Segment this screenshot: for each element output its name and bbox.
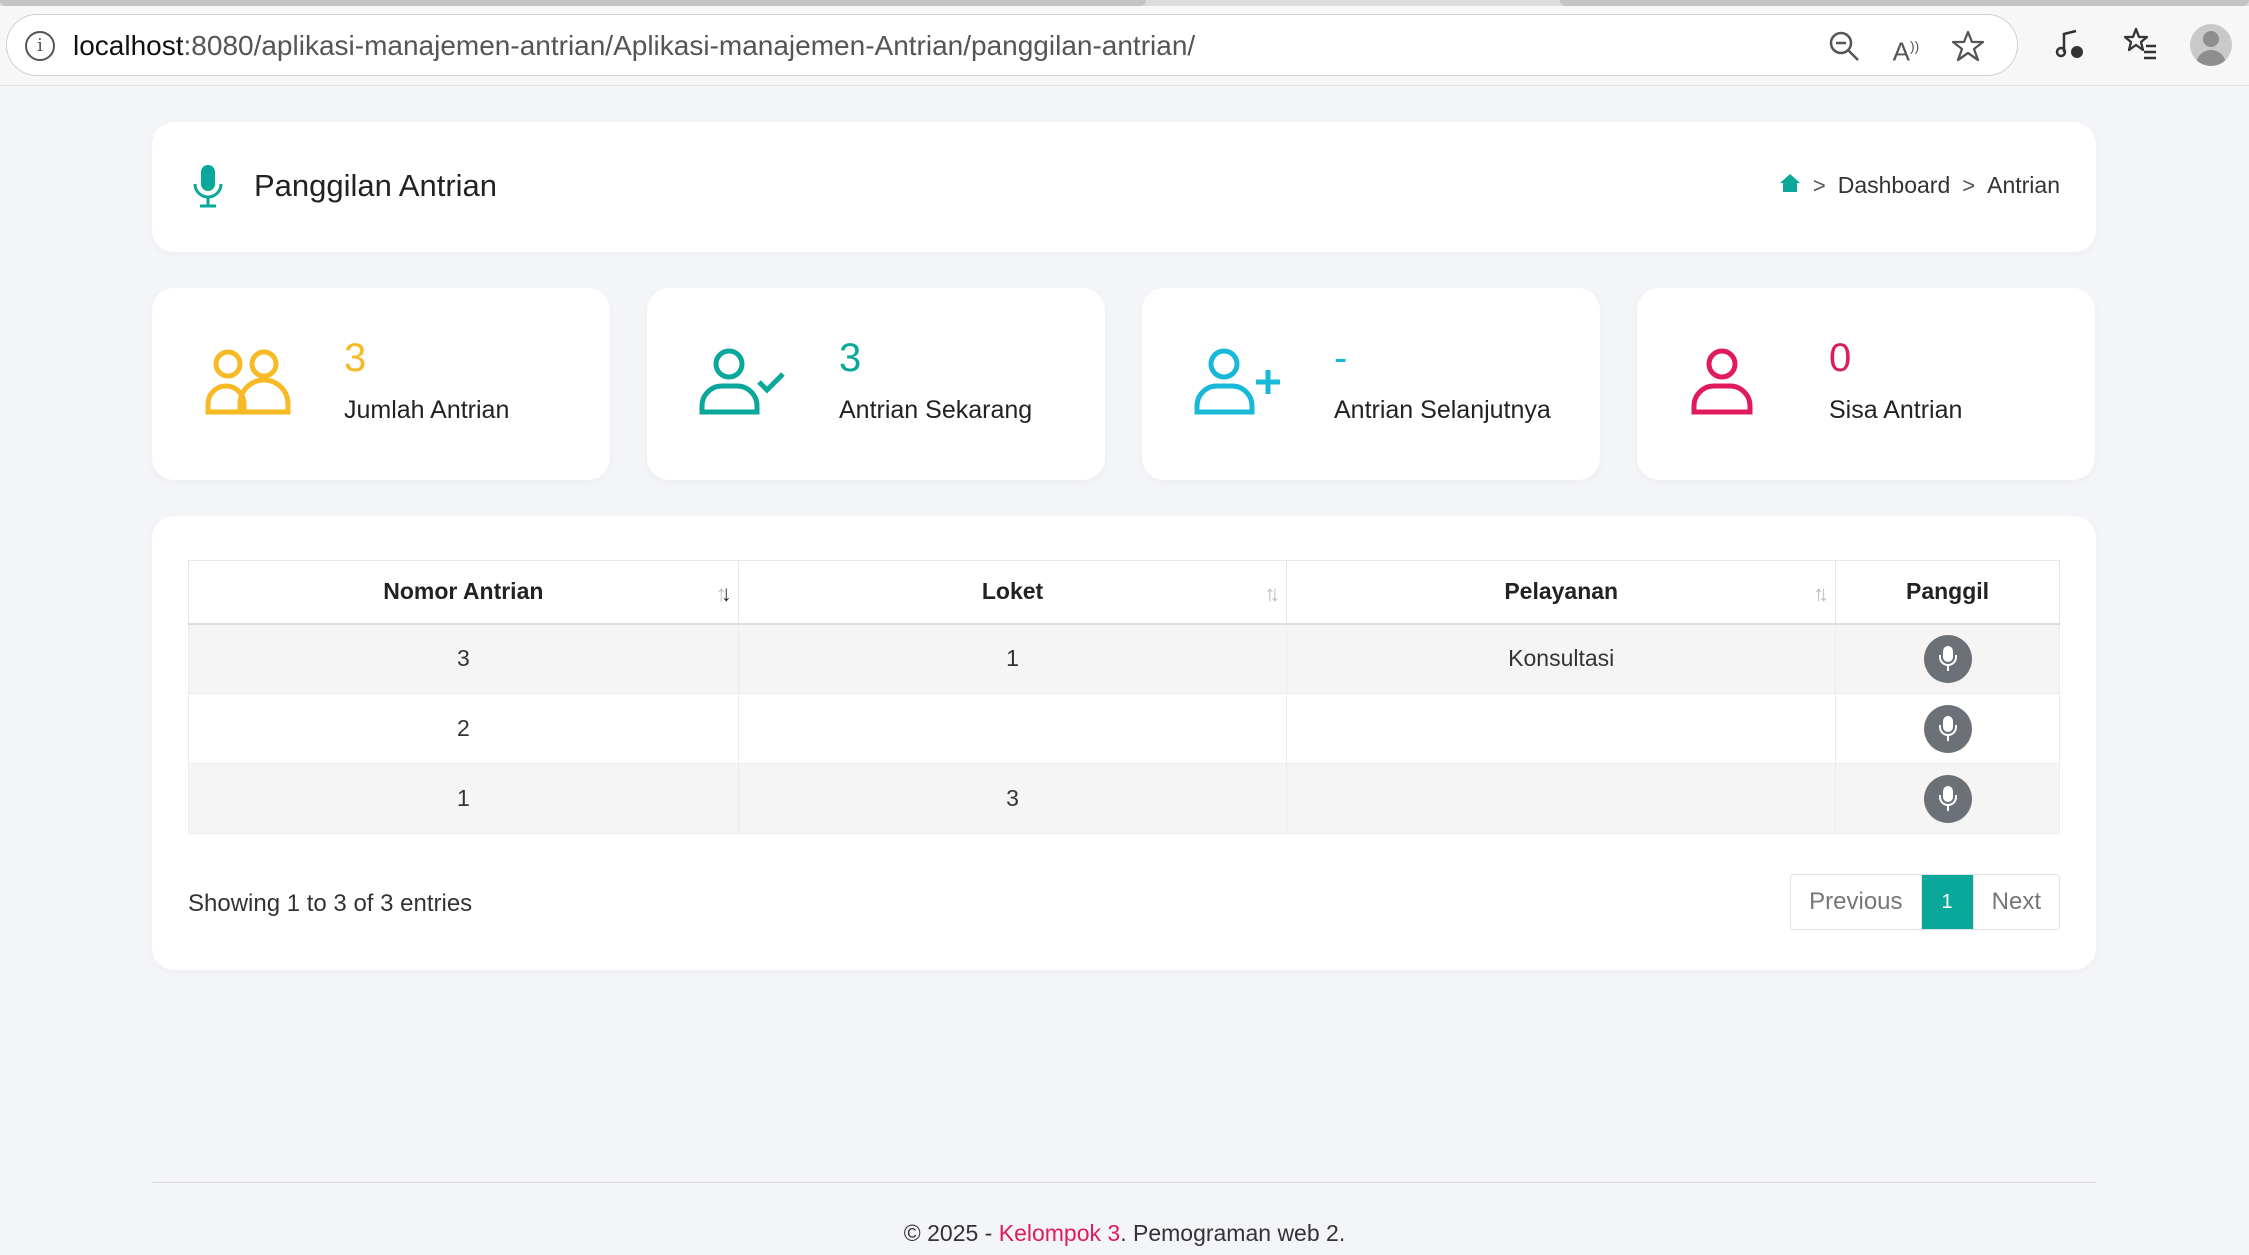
cell-panggil (1835, 623, 2060, 694)
next-button[interactable]: Next (1972, 875, 2059, 929)
favorite-star-icon[interactable] (1951, 29, 1985, 63)
sort-icon[interactable]: ↑↓ (1813, 581, 1829, 607)
cell-loket (737, 693, 1288, 764)
breadcrumb-dashboard[interactable]: Dashboard (1838, 172, 1951, 199)
cell-nomor: 3 (188, 623, 739, 694)
cell-loket: 3 (737, 763, 1288, 834)
breadcrumb-antrian: Antrian (1987, 172, 2060, 198)
footer-copyright: © 2025 - (903, 1220, 999, 1246)
pagination: Previous 1 Next (1790, 874, 2060, 930)
stat-value: 3 (839, 336, 862, 380)
cell-nomor: 2 (188, 693, 739, 764)
queue-table: Nomor Antrian ↑↓ Loket ↑↓ Pelayanan ↑↓ P… (188, 560, 2060, 834)
tab-inactive[interactable] (1560, 0, 2249, 6)
footer-divider (152, 1182, 2096, 1183)
page-title: Panggilan Antrian (254, 168, 498, 203)
breadcrumb: > Dashboard > Antrian (1779, 172, 2060, 199)
cell-pelayanan (1286, 763, 1837, 834)
queue-table-card: Nomor Antrian ↑↓ Loket ↑↓ Pelayanan ↑↓ P… (152, 516, 2096, 970)
cell-panggil (1835, 763, 2060, 834)
stat-label: Antrian Sekarang (839, 396, 1033, 424)
footer-team-link[interactable]: Kelompok 3 (999, 1220, 1120, 1246)
cell-nomor: 1 (188, 763, 739, 834)
profile-avatar[interactable] (2190, 24, 2232, 66)
microphone-icon (192, 164, 224, 215)
column-header-pelayanan[interactable]: Pelayanan ↑↓ (1286, 560, 1837, 625)
column-header-nomor[interactable]: Nomor Antrian ↑↓ (188, 560, 739, 625)
table-info: Showing 1 to 3 of 3 entries (188, 890, 473, 917)
table-row: 3 1 Konsultasi (188, 623, 2060, 694)
cell-pelayanan (1286, 693, 1837, 764)
stat-card-jumlah: 3 Jumlah Antrian (152, 288, 610, 480)
call-button[interactable] (1923, 634, 1972, 683)
column-header-panggil: Panggil (1835, 560, 2060, 625)
stat-card-selanjutnya: - Antrian Selanjutnya (1142, 288, 1600, 480)
browser-toolbar: i localhost:8080/aplikasi-manajemen-antr… (0, 0, 2249, 86)
stat-card-sekarang: 3 Antrian Sekarang (647, 288, 1105, 480)
sort-icon[interactable]: ↑↓ (716, 581, 732, 607)
stat-value: 0 (1829, 336, 1852, 380)
breadcrumb-separator: > (1812, 172, 1826, 198)
stat-label: Jumlah Antrian (344, 396, 510, 424)
address-bar[interactable]: i localhost:8080/aplikasi-manajemen-antr… (6, 14, 2018, 76)
users-icon (204, 348, 292, 421)
breadcrumb-separator: > (1962, 172, 1976, 198)
page-header: Panggilan Antrian > Dashboard > Antrian (152, 122, 2096, 252)
call-button[interactable] (1923, 704, 1972, 753)
table-row: 2 (188, 693, 2060, 764)
column-header-loket[interactable]: Loket ↑↓ (737, 560, 1288, 625)
table-row: 1 3 (188, 763, 2060, 834)
favorites-list-icon[interactable] (2120, 24, 2160, 64)
stat-value: - (1334, 336, 1348, 380)
user-check-icon (699, 348, 787, 421)
cell-loket: 1 (737, 623, 1288, 694)
previous-button[interactable]: Previous (1791, 875, 1922, 929)
stat-label: Sisa Antrian (1829, 396, 1963, 424)
tab-strip (0, 0, 2249, 6)
read-aloud-icon[interactable]: A)) (1889, 29, 1923, 67)
info-icon[interactable]: i (25, 31, 55, 61)
media-control-icon[interactable] (2050, 24, 2090, 64)
cell-pelayanan: Konsultasi (1286, 623, 1837, 694)
zoom-out-icon[interactable] (1827, 29, 1861, 63)
user-icon (1689, 348, 1777, 421)
footer-course: . Pemograman web 2. (1120, 1220, 1346, 1246)
stat-label: Antrian Selanjutnya (1334, 396, 1551, 424)
stat-card-sisa: 0 Sisa Antrian (1637, 288, 2095, 480)
home-icon[interactable] (1779, 172, 1801, 199)
page-1-button[interactable]: 1 (1921, 875, 1973, 929)
tab-active[interactable] (0, 0, 1146, 6)
footer: © 2025 - Kelompok 3. Pemograman web 2. (0, 1220, 2249, 1247)
call-button[interactable] (1923, 774, 1972, 823)
stat-value: 3 (344, 336, 367, 380)
user-plus-icon (1194, 348, 1282, 421)
url-text[interactable]: localhost:8080/aplikasi-manajemen-antria… (73, 30, 1195, 62)
sort-icon[interactable]: ↑↓ (1264, 581, 1280, 607)
cell-panggil (1835, 693, 2060, 764)
